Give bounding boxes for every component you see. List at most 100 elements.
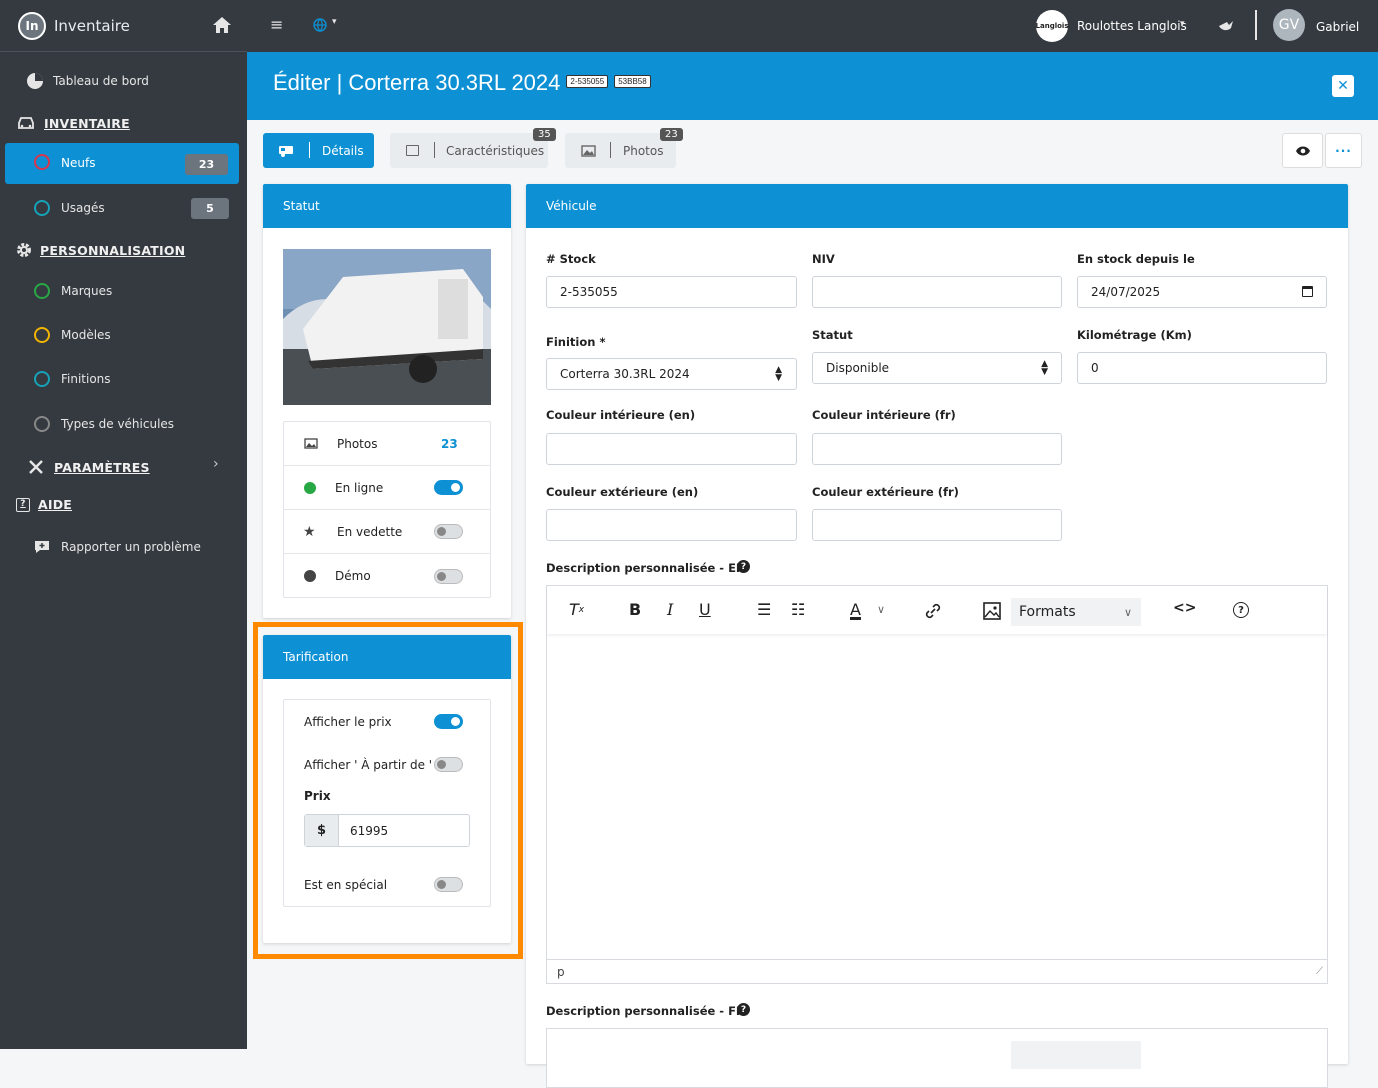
photos-row[interactable]: Photos 23 bbox=[284, 422, 490, 466]
vin-label: NIV bbox=[812, 252, 835, 266]
show-price-toggle[interactable] bbox=[434, 714, 463, 729]
hand-wave-icon[interactable] bbox=[1217, 18, 1235, 34]
sidebar-item-finitions[interactable]: Finitions bbox=[0, 369, 247, 389]
special-toggle[interactable] bbox=[434, 877, 463, 892]
km-input[interactable]: 0 bbox=[1077, 352, 1327, 384]
sidebar-item-neufs[interactable]: Neufs 23 bbox=[5, 143, 239, 184]
show-price-label: Afficher le prix bbox=[304, 715, 392, 729]
numbered-list-icon[interactable]: ☷ bbox=[791, 600, 805, 619]
count-badge: 5 bbox=[191, 198, 229, 219]
source-code-icon[interactable]: <> bbox=[1173, 600, 1196, 616]
ext-color-en-input[interactable] bbox=[546, 509, 797, 541]
image-icon bbox=[304, 438, 318, 449]
online-toggle[interactable] bbox=[434, 480, 463, 495]
tab-details[interactable]: Détails bbox=[263, 133, 374, 168]
dealer-name[interactable]: Roulottes Langlois bbox=[1077, 19, 1187, 33]
tab-photos[interactable]: Photos 23 bbox=[565, 128, 683, 168]
brand[interactable]: In Inventaire bbox=[0, 0, 247, 52]
statut-card: Statut Photos 23 En ligne ★ En vedette D… bbox=[263, 184, 511, 618]
circle-icon bbox=[34, 283, 50, 299]
top-bar: ≡ ▾ Langlois Roulottes Langlois ▾ GV Gab… bbox=[247, 0, 1378, 52]
preview-button[interactable] bbox=[1282, 133, 1323, 168]
sidebar-item-label: Rapporter un problème bbox=[61, 540, 201, 554]
statut-select[interactable]: Disponible ▲ ▼ bbox=[812, 352, 1062, 384]
bold-icon[interactable]: B bbox=[629, 600, 641, 619]
special-label: Est en spécial bbox=[304, 878, 388, 892]
show-from-toggle[interactable] bbox=[434, 757, 463, 772]
app-logo: In bbox=[18, 11, 46, 40]
sidebar-heading-aide[interactable]: ? AIDE bbox=[16, 497, 72, 512]
user-name[interactable]: Gabriel bbox=[1316, 20, 1359, 34]
formats-select[interactable]: Formats ∨ bbox=[1011, 598, 1141, 626]
home-icon[interactable] bbox=[212, 16, 232, 34]
rv-icon bbox=[279, 145, 293, 157]
tarification-card: Tarification Afficher le prix Afficher '… bbox=[263, 635, 511, 943]
help-icon[interactable]: ? bbox=[737, 1003, 750, 1016]
stock-label: # Stock bbox=[546, 252, 596, 266]
underline-icon[interactable]: U bbox=[699, 600, 711, 619]
calendar-icon[interactable] bbox=[1302, 286, 1313, 297]
help-icon[interactable]: ? bbox=[1233, 602, 1249, 618]
tab-divider bbox=[309, 142, 310, 158]
sidebar-heading-parametres[interactable]: PARAMÈTRES bbox=[26, 458, 150, 476]
more-button[interactable]: ··· bbox=[1325, 133, 1362, 168]
editor-body[interactable] bbox=[547, 634, 1327, 957]
circle-icon bbox=[34, 154, 50, 170]
sidebar-item-modeles[interactable]: Modèles bbox=[0, 325, 247, 345]
sidebar-heading-personnalisation[interactable]: PERSONNALISATION bbox=[16, 241, 185, 259]
statut-value: Disponible bbox=[826, 361, 890, 375]
sidebar-item-report[interactable]: Rapporter un problème bbox=[0, 537, 247, 557]
demo-toggle[interactable] bbox=[434, 568, 463, 584]
sidebar-heading-label: PERSONNALISATION bbox=[40, 242, 186, 258]
eye-icon bbox=[1295, 146, 1310, 155]
card-title: Tarification bbox=[263, 635, 511, 679]
featured-label: En vedette bbox=[337, 524, 403, 539]
element-path[interactable]: p bbox=[557, 965, 565, 979]
clear-format-icon[interactable]: Tx bbox=[569, 600, 584, 619]
stock-input[interactable]: 2-535055 bbox=[546, 276, 797, 308]
image-icon[interactable] bbox=[983, 602, 1001, 620]
sidebar-item-marques[interactable]: Marques bbox=[0, 281, 247, 301]
featured-toggle[interactable] bbox=[434, 524, 463, 539]
price-input[interactable]: 61995 bbox=[339, 815, 388, 846]
vehicle-photo[interactable] bbox=[283, 249, 491, 405]
circle-icon bbox=[34, 327, 50, 343]
int-color-en-input[interactable] bbox=[546, 433, 797, 465]
card-title: Statut bbox=[263, 184, 511, 228]
since-date-input[interactable]: 24/07/2025 bbox=[1077, 276, 1327, 308]
globe-icon bbox=[304, 481, 316, 494]
finition-label: Finition * bbox=[546, 335, 606, 349]
help-icon[interactable]: ? bbox=[737, 560, 750, 573]
link-icon[interactable] bbox=[924, 602, 942, 620]
resize-handle-icon[interactable]: ⟋ bbox=[1316, 966, 1323, 977]
price-label: Prix bbox=[304, 789, 331, 803]
list-icon bbox=[406, 145, 419, 156]
sidebar-heading-inventory[interactable]: INVENTAIRE bbox=[16, 114, 130, 132]
vin-input[interactable] bbox=[812, 276, 1062, 308]
currency-addon: $ bbox=[305, 815, 339, 846]
formats-select[interactable] bbox=[1011, 1041, 1141, 1069]
int-color-fr-input[interactable] bbox=[812, 433, 1062, 465]
sidebar-item-dashboard[interactable]: Tableau de bord bbox=[0, 70, 247, 92]
page-title: Éditer | Corterra 30.3RL 2024 2-535055 53B… bbox=[273, 70, 651, 96]
text-color-icon[interactable]: A bbox=[850, 600, 861, 619]
tab-caracteristiques[interactable]: Caractéristiques 35 bbox=[390, 128, 556, 168]
avatar[interactable]: GV bbox=[1273, 9, 1305, 41]
caret-down-icon[interactable]: ▾ bbox=[1180, 19, 1185, 29]
bullet-list-icon[interactable]: ☰ bbox=[757, 600, 771, 619]
sidebar-item-types[interactable]: Types de véhicules bbox=[0, 414, 247, 434]
chevron-down-icon[interactable]: ∨ bbox=[877, 603, 885, 616]
ext-color-fr-input[interactable] bbox=[812, 509, 1062, 541]
int-color-fr-label: Couleur intérieure (fr) bbox=[812, 408, 956, 422]
menu-icon[interactable]: ≡ bbox=[270, 15, 283, 34]
italic-icon[interactable]: I bbox=[667, 600, 673, 619]
finition-select[interactable]: Corterra 30.3RL 2024 ▲ ▼ bbox=[546, 358, 797, 390]
car-icon bbox=[18, 117, 34, 129]
sidebar-item-usages[interactable]: Usagés 5 bbox=[0, 198, 247, 219]
globe-icon[interactable] bbox=[313, 18, 327, 32]
caret-down-icon[interactable]: ▾ bbox=[332, 17, 337, 27]
chevron-right-icon[interactable]: › bbox=[213, 456, 219, 472]
close-button[interactable]: ✕ bbox=[1332, 75, 1354, 97]
dealer-logo: Langlois bbox=[1036, 10, 1068, 42]
demo-label: Démo bbox=[335, 569, 371, 583]
